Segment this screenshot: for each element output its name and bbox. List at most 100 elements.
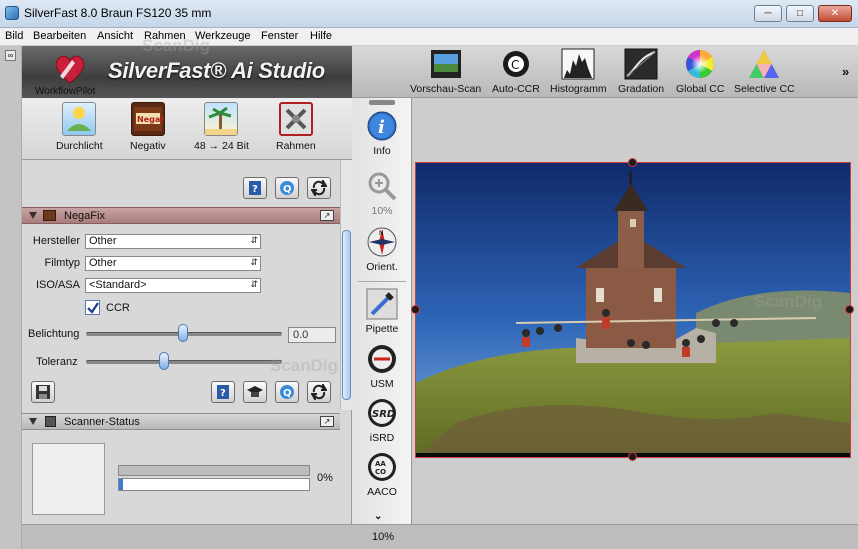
expert-button[interactable]	[243, 381, 267, 403]
auto-ccr-icon: C	[499, 48, 533, 80]
side-toolbar: i Info 10% N Orient. Pipette USM SRD iSR…	[352, 98, 412, 524]
help-icon: ?	[249, 181, 261, 195]
progress-bar-upper	[118, 465, 310, 476]
progress-text: 0%	[317, 472, 333, 484]
hersteller-select[interactable]: Other ⇵	[85, 234, 261, 249]
menu-bearbeiten[interactable]: Bearbeiten	[33, 30, 86, 42]
qtip-button[interactable]: Q	[275, 381, 299, 403]
tool-histogram[interactable]: Histogramm	[550, 48, 607, 95]
svg-text:i: i	[378, 117, 385, 138]
collapse-triangle-icon[interactable]	[29, 212, 37, 219]
mode-label: 48 → 24 Bit	[194, 140, 249, 152]
frame-handle-bottom[interactable]	[628, 452, 637, 461]
workflowpilot-icon[interactable]	[52, 52, 88, 86]
mode-label: Durchlicht	[56, 140, 103, 152]
tool-selective-cc[interactable]: Selective CC	[734, 48, 795, 95]
pipette-icon	[366, 288, 398, 320]
belichtung-value-field[interactable]: 0.0	[288, 327, 336, 343]
app-icon	[5, 6, 19, 20]
toleranz-slider-thumb[interactable]	[159, 352, 169, 370]
save-settings-button[interactable]	[31, 381, 55, 403]
tool-usm[interactable]: USM	[352, 343, 412, 390]
section-detach-icon[interactable]: ↗	[320, 416, 334, 427]
tool-preview-scan[interactable]: Vorschau-Scan	[410, 48, 481, 95]
tool-orient[interactable]: N Orient.	[352, 226, 412, 273]
qtip-icon: Q	[280, 181, 294, 195]
reset-button[interactable]	[307, 381, 331, 403]
left-gutter: ∞	[0, 46, 22, 549]
qtip-button[interactable]: Q	[275, 177, 299, 199]
tool-pipette[interactable]: Pipette	[352, 288, 412, 335]
save-icon	[36, 385, 50, 399]
menu-bild[interactable]: Bild	[5, 30, 23, 42]
belichtung-slider-thumb[interactable]	[178, 324, 188, 342]
svg-text:N: N	[379, 230, 384, 237]
mode-durchlicht[interactable]: Durchlicht	[56, 102, 103, 152]
usm-icon	[366, 343, 398, 375]
menu-hilfe[interactable]: Hilfe	[310, 30, 332, 42]
left-panel-scrollbar[interactable]	[340, 160, 352, 410]
tool-label: Vorschau-Scan	[410, 83, 482, 95]
svg-text:CO: CO	[375, 468, 386, 476]
tool-global-cc[interactable]: Global CC	[676, 48, 724, 95]
panel-toggle-icon[interactable]: ∞	[5, 50, 16, 61]
info-icon: i	[366, 110, 398, 142]
brand-logo: SilverFast® Ai Studio	[108, 58, 325, 83]
select-arrow-icon: ⇵	[250, 279, 258, 289]
negafix-title: NegaFix	[64, 210, 105, 222]
tool-gradation[interactable]: Gradation	[618, 48, 664, 95]
maximize-button[interactable]: □	[786, 5, 814, 22]
frame-handle-right[interactable]	[845, 305, 854, 314]
tool-isrd[interactable]: SRD iSRD	[352, 397, 412, 444]
tool-aaco[interactable]: AA CO AACO	[352, 451, 412, 498]
collapse-triangle-icon[interactable]	[29, 418, 37, 425]
mode-bitdepth[interactable]: 48 → 24 Bit	[194, 102, 249, 152]
negafix-section-header[interactable]: NegaFix ↗	[22, 207, 340, 224]
section-detach-icon[interactable]: ↗	[320, 210, 334, 221]
expand-tools-icon[interactable]: ⌄	[374, 511, 382, 522]
ccr-checkbox[interactable]	[85, 300, 100, 315]
hersteller-value: Other	[89, 235, 117, 247]
toolbar-more-button[interactable]: »	[842, 64, 849, 79]
iso-select[interactable]: <Standard> ⇵	[85, 278, 261, 293]
mode-negativ[interactable]: NegaFix Negativ	[130, 102, 174, 152]
reset-button[interactable]	[307, 177, 331, 199]
gradation-icon	[624, 48, 658, 80]
negafix-icon: NegaFix	[130, 102, 174, 136]
menu-fenster[interactable]: Fenster	[261, 30, 298, 42]
workflowpilot-label: WorkflowPilot	[35, 86, 96, 97]
scanner-status-header[interactable]: Scanner-Status ↗	[22, 413, 340, 430]
menu-bar: Bild Bearbeiten Ansicht Rahmen Werkzeuge…	[0, 28, 858, 46]
toleranz-slider-track[interactable]	[86, 360, 282, 364]
help-button[interactable]: ?	[211, 381, 235, 403]
tool-label: Selective CC	[734, 83, 795, 95]
graduation-cap-icon	[247, 386, 263, 397]
tool-label: Gradation	[618, 83, 665, 95]
scanner-icon	[45, 416, 56, 427]
frame-handle-left[interactable]	[411, 305, 420, 314]
selective-cc-icon	[747, 48, 781, 80]
menu-ansicht[interactable]: Ansicht	[97, 30, 133, 42]
close-button[interactable]: ✕	[818, 5, 852, 22]
frame-handle-top[interactable]	[628, 158, 637, 167]
tool-auto-ccr[interactable]: C Auto-CCR	[492, 48, 540, 95]
help-icon: ?	[217, 385, 229, 399]
zoom-status: 10%	[372, 531, 395, 543]
left-panel: Durchlicht NegaFix Negativ 48 → 24 Bit R…	[22, 98, 352, 524]
tool-label: 10%	[371, 205, 393, 217]
mode-rahmen[interactable]: Rahmen	[276, 102, 316, 152]
qtip-icon: Q	[280, 385, 294, 399]
reset-icon	[311, 180, 327, 196]
tool-info[interactable]: i Info	[352, 110, 412, 157]
checkmark-icon	[87, 302, 99, 314]
minimize-button[interactable]: ─	[754, 5, 782, 22]
scrollbar-thumb[interactable]	[342, 230, 351, 400]
svg-text:SRD: SRD	[372, 409, 395, 420]
drag-handle[interactable]	[369, 100, 395, 105]
tool-label: AACO	[367, 486, 397, 498]
tool-zoom[interactable]: 10%	[352, 170, 412, 217]
help-button[interactable]: ?	[243, 177, 267, 199]
filmtyp-select[interactable]: Other ⇵	[85, 256, 261, 271]
select-arrow-icon: ⇵	[250, 257, 258, 267]
tool-label: Info	[373, 145, 391, 157]
